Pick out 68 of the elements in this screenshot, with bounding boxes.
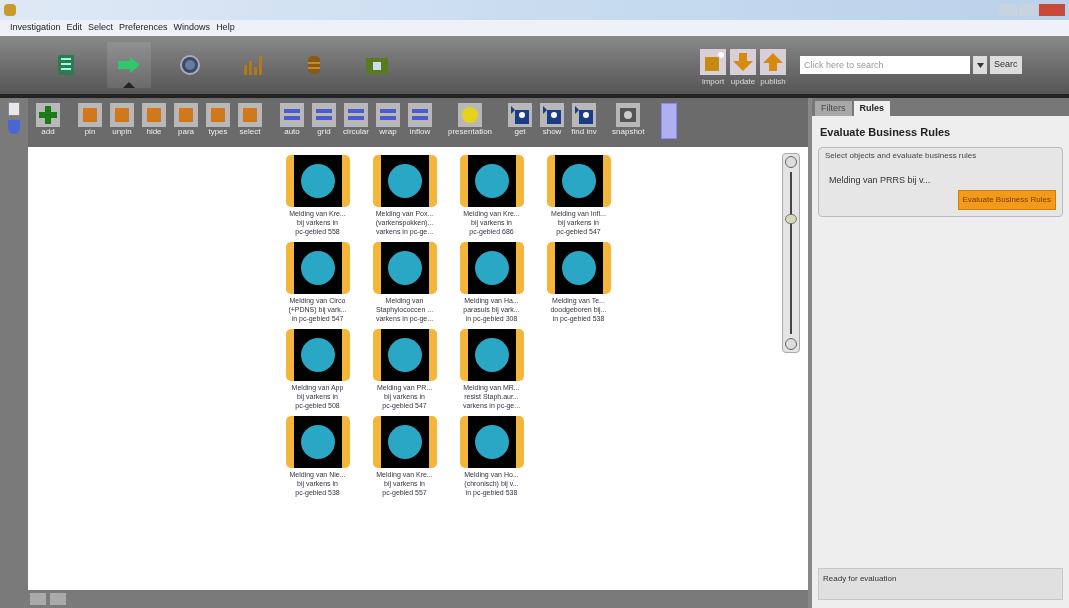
menu-item[interactable]: Help <box>216 21 235 35</box>
action-label: update <box>730 75 756 88</box>
node-icon[interactable] <box>285 242 350 294</box>
tool-label: presentation <box>448 127 493 137</box>
plus-icon <box>37 104 59 126</box>
menu-item[interactable]: Investigation <box>10 21 61 35</box>
slider-thumb[interactable] <box>785 214 797 225</box>
action-button[interactable] <box>760 48 786 75</box>
tool-label: show <box>542 127 562 137</box>
action-label: import <box>701 75 725 88</box>
node-icon[interactable] <box>372 155 437 207</box>
evaluate-button[interactable]: Evaluate Business Rules <box>957 190 1056 210</box>
node-icon[interactable] <box>459 416 524 468</box>
node-icon[interactable] <box>285 155 350 207</box>
menu-item[interactable]: Windows <box>173 21 211 35</box>
tool-label: snapshot <box>612 127 645 137</box>
node-icon[interactable] <box>372 242 437 294</box>
tool-label: select <box>239 127 261 137</box>
search-button[interactable]: Searc <box>990 56 1022 74</box>
action-label: publish <box>760 75 786 88</box>
status-box: Ready for evaluation <box>818 568 1063 600</box>
node-icon[interactable] <box>285 416 350 468</box>
tool-label: find inv <box>571 127 597 137</box>
panel-heading: Evaluate Business Rules <box>819 125 952 140</box>
tool-label: wrap <box>379 127 397 137</box>
down-arrow-icon <box>732 50 754 73</box>
node-icon[interactable] <box>285 329 350 381</box>
tool-button[interactable] <box>616 103 641 127</box>
tool-label: inflow <box>409 127 431 137</box>
node-icon[interactable] <box>459 329 524 381</box>
tool-label: auto <box>284 127 300 137</box>
panel-tab[interactable]: Rules <box>853 101 890 116</box>
app-icon <box>4 4 16 16</box>
zoom-out-icon[interactable] <box>785 156 797 168</box>
zoom-slider[interactable] <box>782 153 800 353</box>
overview-button[interactable] <box>660 103 677 139</box>
box-icon <box>702 50 724 73</box>
tool-label: get <box>514 127 526 137</box>
node-icon[interactable] <box>546 155 611 207</box>
search-field[interactable]: Click here to search <box>800 56 970 74</box>
menu-item[interactable]: Edit <box>66 21 83 35</box>
node-icon[interactable] <box>546 242 611 294</box>
tool-label: grid <box>317 127 331 137</box>
selection-text: Melding van PRRS bij v... <box>828 173 932 187</box>
up-arrow-icon <box>762 50 784 73</box>
circle-icon <box>459 104 481 126</box>
node-icon[interactable] <box>459 155 524 207</box>
node-icon[interactable] <box>372 416 437 468</box>
tool-label: circular <box>343 127 369 137</box>
page-icon[interactable] <box>8 102 20 116</box>
node-icon[interactable] <box>459 242 524 294</box>
dropdown-button[interactable] <box>973 56 987 74</box>
panel-tab[interactable]: Filters <box>815 101 852 116</box>
tool-label: para <box>178 127 194 137</box>
action-button[interactable] <box>730 48 756 75</box>
tool-label: add <box>41 127 55 137</box>
group-title: Select objects and evaluate business rules <box>825 149 978 162</box>
dropdown-arrow-icon <box>976 62 984 68</box>
tool-label: types <box>208 127 228 137</box>
tool-label: pin <box>84 127 96 137</box>
tool-label: hide <box>146 127 162 137</box>
zoom-in-icon[interactable] <box>785 338 797 350</box>
menu-item[interactable]: Preferences <box>119 21 168 35</box>
tool-label: unpin <box>112 127 132 137</box>
node-icon[interactable] <box>372 329 437 381</box>
nav-tab[interactable] <box>107 42 151 88</box>
menu-item[interactable]: Select <box>88 21 114 35</box>
action-button[interactable] <box>700 48 726 75</box>
